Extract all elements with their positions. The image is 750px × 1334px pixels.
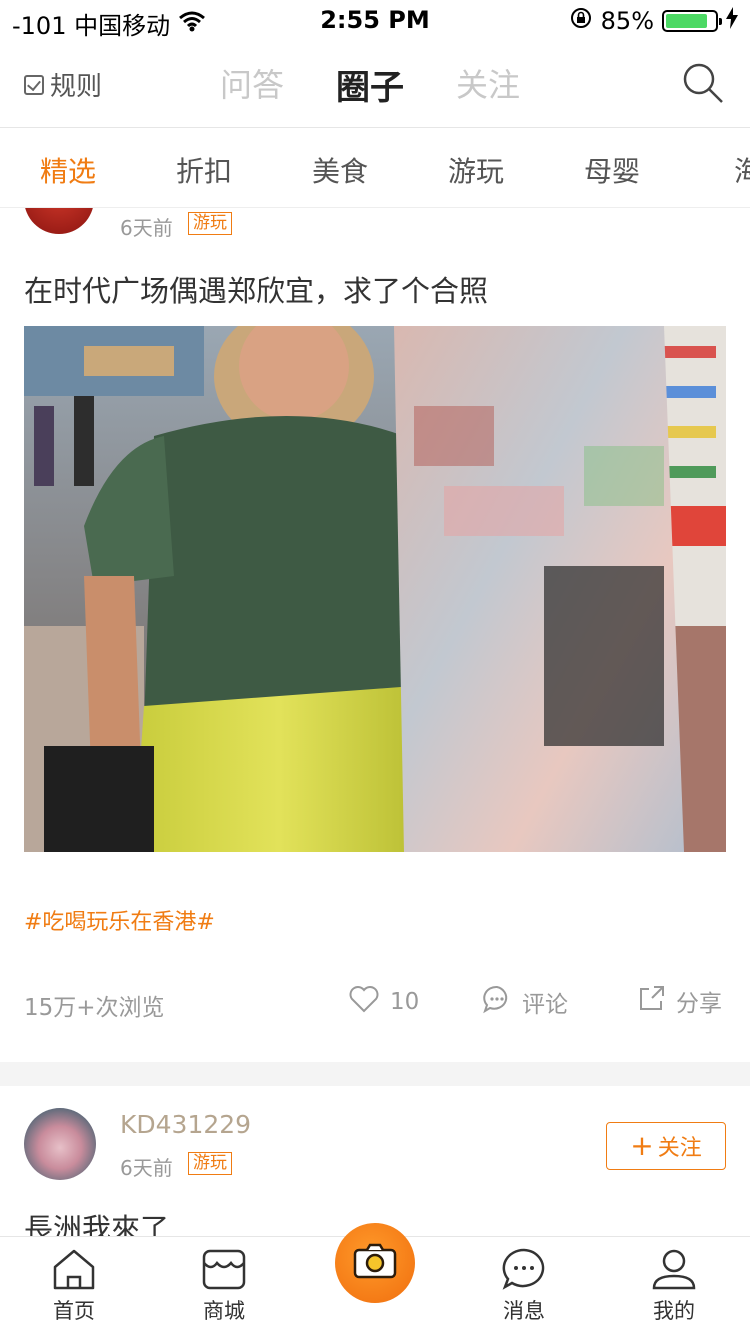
- search-icon[interactable]: [682, 62, 724, 104]
- rules-button[interactable]: 规则: [24, 66, 102, 103]
- tab-mall-label: 商城: [203, 1299, 245, 1323]
- rotation-lock-icon: [569, 6, 593, 36]
- category-overseas[interactable]: 海: [680, 128, 750, 207]
- category-baby[interactable]: 母婴: [544, 128, 680, 207]
- share-button[interactable]: 分享: [638, 984, 722, 1018]
- category-play[interactable]: 游玩: [408, 128, 544, 207]
- post-header: 6天前 游玩 + 关注: [24, 208, 726, 244]
- post-header: KD431229 6天前 游玩 + 关注: [24, 1108, 726, 1188]
- post-hashtag[interactable]: #吃喝玩乐在香港#: [24, 904, 215, 936]
- follow-button[interactable]: + 关注: [606, 1122, 726, 1170]
- avatar[interactable]: [24, 1108, 96, 1180]
- tab-circle[interactable]: 圈子: [336, 60, 404, 109]
- tab-messages-label: 消息: [503, 1299, 545, 1323]
- tab-mine-label: 我的: [653, 1299, 695, 1323]
- post-tag[interactable]: 游玩: [188, 1152, 232, 1175]
- bottom-tab-bar: 首页 商城 消息 我的: [0, 1223, 750, 1334]
- chat-icon: [474, 1247, 574, 1291]
- battery-icon: [662, 10, 722, 32]
- tab-mine[interactable]: 我的: [624, 1247, 724, 1325]
- category-tabs: 精选 折扣 美食 游玩 母婴 海: [0, 128, 750, 208]
- share-icon: [638, 984, 666, 1018]
- plus-icon: +: [630, 1129, 654, 1162]
- status-bar: -101 中国移动 2:55 PM 85%: [0, 0, 750, 40]
- post-title[interactable]: 長洲我來了: [24, 1206, 169, 1236]
- camera-icon: [352, 1243, 398, 1283]
- post-time: 6天前: [120, 1156, 173, 1180]
- tab-mall[interactable]: 商城: [174, 1247, 274, 1325]
- post-photo[interactable]: [24, 326, 726, 852]
- comment-label: 评论: [522, 992, 568, 1018]
- tab-qa[interactable]: 问答: [220, 60, 284, 109]
- view-count: 15万+次浏览: [24, 995, 165, 1021]
- like-count: 10: [390, 989, 420, 1015]
- post-time: 6天前: [120, 216, 173, 240]
- rules-label: 规则: [50, 72, 103, 102]
- post-title[interactable]: 在时代广场偶遇郑欣宜，求了个合照: [24, 268, 488, 310]
- category-discount[interactable]: 折扣: [136, 128, 272, 207]
- category-featured[interactable]: 精选: [0, 128, 136, 207]
- battery-percent: 85%: [600, 7, 654, 35]
- username[interactable]: KD431229: [120, 1110, 251, 1139]
- category-food[interactable]: 美食: [272, 128, 408, 207]
- avatar[interactable]: [24, 208, 94, 234]
- charging-icon: [726, 7, 738, 35]
- top-nav: 规则 问答 圈子 关注: [0, 40, 750, 128]
- store-icon: [174, 1247, 274, 1291]
- user-icon: [624, 1247, 724, 1291]
- tab-home[interactable]: 首页: [24, 1247, 124, 1325]
- share-label: 分享: [676, 991, 722, 1017]
- like-button[interactable]: 10: [348, 984, 419, 1020]
- tab-following[interactable]: 关注: [456, 60, 520, 109]
- tab-home-label: 首页: [53, 1299, 95, 1323]
- post-divider: [0, 1062, 750, 1086]
- comment-button[interactable]: 评论: [482, 984, 568, 1020]
- feed: 6天前 游玩 + 关注 在时代广场偶遇郑欣宜，求了个合照: [0, 208, 750, 1236]
- follow-label: 关注: [657, 1136, 702, 1161]
- heart-icon: [348, 984, 380, 1020]
- checkbox-icon: [24, 74, 44, 95]
- home-icon: [24, 1247, 124, 1291]
- post-stats: 15万+次浏览 10 评论 分享: [24, 982, 726, 1022]
- main-tabs: 问答 圈子 关注: [220, 60, 520, 109]
- comment-icon: [482, 984, 512, 1020]
- camera-button[interactable]: [335, 1223, 415, 1303]
- post-tag[interactable]: 游玩: [188, 212, 232, 235]
- tab-messages[interactable]: 消息: [474, 1247, 574, 1325]
